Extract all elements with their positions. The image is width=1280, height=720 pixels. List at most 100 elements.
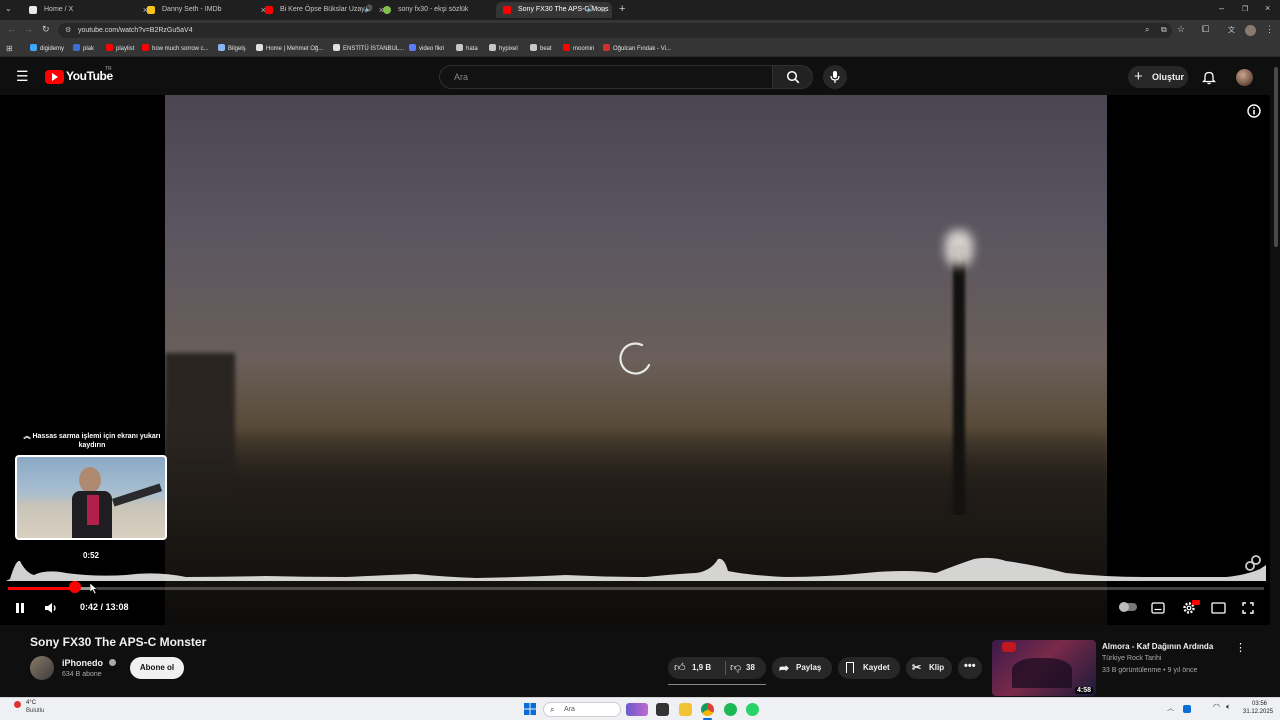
recommendation-title[interactable]: Almora - Kaf Dağının Ardında bbox=[1102, 642, 1213, 651]
recommendation-menu-icon[interactable]: ⋮ bbox=[1235, 641, 1246, 654]
bookmark-item[interactable]: ENSTİTÜ İSTANBUL... bbox=[333, 41, 404, 57]
bookmark-item[interactable]: Bilgelş bbox=[218, 41, 246, 57]
install-icon[interactable]: ⧉ bbox=[1161, 25, 1167, 35]
weather-temperature[interactable]: 4°C bbox=[26, 700, 36, 706]
tab-search-icon[interactable]: ⌄ bbox=[5, 4, 12, 13]
search-button[interactable] bbox=[773, 65, 813, 89]
copilot-icon[interactable] bbox=[626, 703, 648, 716]
progress-scrubber-handle[interactable] bbox=[68, 581, 81, 593]
tray-app-icon[interactable] bbox=[1183, 705, 1191, 713]
like-button[interactable]: 👍︎ 1,9 B bbox=[668, 657, 726, 679]
back-icon[interactable]: ← bbox=[7, 24, 16, 34]
new-tab-icon[interactable]: + bbox=[619, 3, 625, 15]
bookmark-item[interactable]: plak bbox=[73, 41, 94, 57]
progress-played bbox=[8, 587, 75, 590]
theater-mode-icon[interactable] bbox=[1211, 602, 1226, 614]
site-info-icon[interactable]: ⚙ bbox=[65, 23, 71, 38]
address-bar[interactable]: ⚙ youtube.com/watch?v=B2RzGu5aV4 bbox=[58, 23, 1172, 38]
bookmark-item[interactable]: Home | Mehmet Oğ... bbox=[256, 41, 323, 57]
page-scrollbar[interactable] bbox=[1272, 57, 1280, 720]
preview-shirt bbox=[87, 495, 99, 525]
spotify-icon[interactable] bbox=[724, 703, 737, 716]
chrome-icon[interactable] bbox=[701, 703, 714, 716]
clip-label: Klip bbox=[929, 663, 945, 672]
restore-icon[interactable]: ❐ bbox=[1242, 5, 1248, 13]
speaker-tray-icon[interactable]: 🔈︎ bbox=[1226, 702, 1231, 712]
fullscreen-icon[interactable] bbox=[1242, 602, 1254, 614]
dislike-button[interactable]: 👎︎ 38 bbox=[726, 657, 766, 679]
file-explorer-icon[interactable] bbox=[679, 703, 692, 716]
tray-chevron-icon[interactable]: ︿ bbox=[1167, 703, 1174, 713]
clip-button[interactable]: ✂ Klip bbox=[906, 657, 952, 679]
video-player[interactable] bbox=[0, 95, 1270, 625]
zoom-icon[interactable]: ⌕ bbox=[1145, 25, 1149, 35]
speaker-icon[interactable]: 🔊 bbox=[586, 2, 595, 18]
tab-imdb[interactable]: Danny Seth - IMDb × bbox=[140, 2, 272, 18]
search-input[interactable]: Ara bbox=[439, 65, 773, 89]
bookmark-label: video fikri bbox=[419, 46, 445, 52]
channel-avatar[interactable] bbox=[30, 656, 54, 680]
menu-kebab-icon[interactable]: ⋮ bbox=[1265, 24, 1274, 35]
tab-x[interactable]: Home / X × bbox=[22, 2, 154, 18]
channel-name[interactable]: iPhonedo bbox=[62, 658, 116, 668]
hamburger-menu-icon[interactable]: ☰ bbox=[16, 68, 29, 85]
tab-youtube-active[interactable]: Sony FX30 The APS-C Mons 🔊 × bbox=[496, 2, 612, 18]
autoplay-toggle[interactable] bbox=[1119, 602, 1137, 612]
recommendation-channel[interactable]: Türkiye Rock Tarihi bbox=[1102, 655, 1161, 662]
taskbar-search-input[interactable]: ⌕ Ara bbox=[543, 702, 621, 717]
bookmark-item[interactable]: how much sorrow c... bbox=[142, 41, 209, 57]
clock-time[interactable]: 03:56 bbox=[1252, 701, 1267, 707]
whatsapp-icon[interactable] bbox=[746, 703, 759, 716]
miniplayer-link-icon[interactable] bbox=[1243, 553, 1263, 573]
subscribe-button[interactable]: Abone ol bbox=[130, 657, 184, 679]
lamp-post bbox=[953, 245, 965, 545]
task-view-icon[interactable] bbox=[656, 703, 669, 716]
subtitles-icon[interactable] bbox=[1151, 602, 1165, 614]
translate-icon[interactable]: 文 bbox=[1228, 25, 1235, 35]
bookmark-item[interactable]: digidemy bbox=[30, 41, 64, 57]
bookmark-item[interactable]: moomin bbox=[563, 41, 594, 57]
bookmark-item[interactable]: video fikri bbox=[409, 41, 444, 57]
profile-icon[interactable] bbox=[1245, 25, 1256, 36]
windows-start-icon[interactable] bbox=[524, 703, 536, 715]
more-actions-button[interactable]: ••• bbox=[958, 657, 982, 679]
scrollbar-thumb[interactable] bbox=[1274, 67, 1278, 247]
window-close-icon[interactable]: × bbox=[1265, 3, 1270, 13]
account-avatar[interactable] bbox=[1236, 69, 1253, 86]
clock-date[interactable]: 31.12.2025 bbox=[1243, 709, 1273, 715]
bookmark-item[interactable]: beat bbox=[530, 41, 552, 57]
speaker-icon[interactable]: 🔊 bbox=[364, 2, 373, 18]
extensions-icon[interactable]: ⧠ bbox=[1202, 24, 1209, 35]
wifi-icon[interactable]: ◠ bbox=[1213, 702, 1220, 711]
forward-icon[interactable]: → bbox=[24, 24, 33, 34]
video-frame[interactable] bbox=[165, 95, 1107, 625]
country-code: TR bbox=[105, 66, 112, 72]
bookmark-item[interactable]: playlist bbox=[106, 41, 134, 57]
info-icon[interactable] bbox=[1247, 104, 1261, 118]
tab-youtube-song[interactable]: Bi Kere Öpse Bükslar Uzay 🔊 × bbox=[258, 2, 390, 18]
weather-icon[interactable] bbox=[14, 701, 21, 708]
bookmark-item[interactable]: hypixel bbox=[489, 41, 518, 57]
rec-badge-icon bbox=[1002, 642, 1016, 652]
weather-description[interactable]: Bulutlu bbox=[26, 708, 44, 714]
save-label: Kaydet bbox=[863, 663, 890, 672]
progress-bar[interactable] bbox=[8, 587, 1264, 590]
notifications-bell-icon[interactable] bbox=[1202, 70, 1216, 85]
voice-search-button[interactable] bbox=[823, 65, 847, 89]
save-button[interactable]: Kaydet bbox=[838, 657, 900, 679]
create-button[interactable]: + Oluştur bbox=[1128, 66, 1188, 88]
pause-icon[interactable] bbox=[14, 602, 26, 614]
bookmark-item[interactable]: hata bbox=[456, 41, 478, 57]
bookmark-item[interactable]: Oğulcan Fındak - Vi... bbox=[603, 41, 671, 57]
apps-grid-icon[interactable]: ⊞ bbox=[6, 44, 13, 53]
reload-icon[interactable]: ↻ bbox=[42, 24, 50, 35]
volume-icon[interactable] bbox=[44, 602, 58, 614]
channel-name-text: iPhonedo bbox=[62, 658, 103, 668]
tab-eksi[interactable]: sony fx30 - ekşi sözlük × bbox=[376, 2, 508, 18]
recommendation-thumbnail[interactable]: 4:58 bbox=[992, 640, 1096, 696]
close-icon[interactable]: × bbox=[601, 2, 606, 18]
bookmark-star-icon[interactable]: ☆ bbox=[1177, 24, 1185, 35]
minimize-icon[interactable]: – bbox=[1219, 3, 1224, 13]
share-button[interactable]: ➦ Paylaş bbox=[772, 657, 832, 679]
bookmark-favicon-icon bbox=[333, 44, 340, 51]
